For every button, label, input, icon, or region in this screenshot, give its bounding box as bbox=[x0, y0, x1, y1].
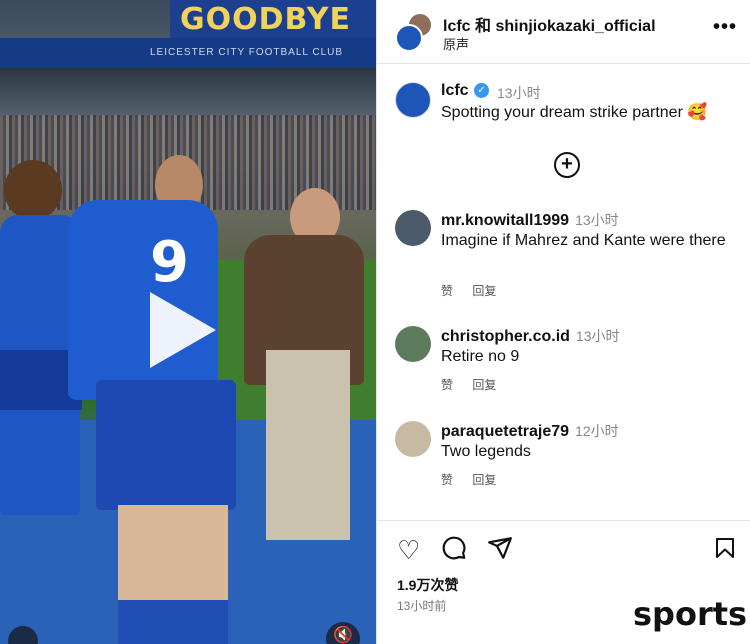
audio-label[interactable]: 原声 bbox=[443, 34, 469, 53]
comment-time: 13小时 bbox=[575, 212, 619, 228]
caption-avatar[interactable] bbox=[395, 82, 431, 118]
player-left-head bbox=[4, 160, 62, 220]
post-header: lcfc 和 shinjiokazaki_official 原声 ••• bbox=[377, 0, 750, 64]
likes-count[interactable]: 1.9万次赞 bbox=[397, 575, 458, 595]
post-details-panel: lcfc 和 shinjiokazaki_official 原声 ••• lcf… bbox=[376, 0, 750, 644]
plus-circle-icon[interactable]: + bbox=[554, 152, 580, 178]
comment-item: paraquetetraje79 12小时 Two legends 赞 回复 bbox=[377, 421, 750, 511]
comment-avatar[interactable] bbox=[395, 421, 431, 457]
comment-username[interactable]: mr.knowitall1999 13小时 bbox=[441, 210, 619, 230]
lcfc-avatar[interactable] bbox=[395, 24, 423, 52]
player-shorts bbox=[96, 380, 236, 510]
post-timestamp: 13小时前 bbox=[397, 599, 447, 613]
post-authors[interactable]: lcfc 和 shinjiokazaki_official bbox=[443, 12, 656, 36]
comment-actions: 赞 回复 bbox=[441, 282, 512, 299]
comment-icon[interactable] bbox=[441, 535, 467, 561]
comment-avatar[interactable] bbox=[395, 210, 431, 246]
instagram-post-view: GOODBYE GOAT LEICESTER CITY FOOTBALL CLU… bbox=[0, 0, 750, 644]
post-actions-bar: ♡ 1.9万次赞 13小时前 sports bbox=[377, 520, 750, 644]
comment-time: 12小时 bbox=[575, 423, 619, 439]
comment-username-text[interactable]: paraquetetraje79 bbox=[441, 423, 569, 440]
verified-icon: ✓ bbox=[474, 83, 489, 98]
comment-avatar[interactable] bbox=[395, 326, 431, 362]
comment-reply-button[interactable]: 回复 bbox=[472, 473, 496, 487]
comment-text: Retire no 9 bbox=[441, 348, 520, 365]
comment-like-button[interactable]: 赞 bbox=[441, 378, 453, 392]
comment-text: Imagine if Mahrez and Kante were there bbox=[441, 232, 726, 249]
more-horizontal-icon[interactable]: ••• bbox=[713, 16, 737, 39]
comment-like-button[interactable]: 赞 bbox=[441, 473, 453, 487]
caption-username[interactable]: lcfc bbox=[441, 82, 469, 100]
comment-username-text[interactable]: christopher.co.id bbox=[441, 328, 570, 345]
caption-text: Spotting your dream strike partner 🥰 bbox=[441, 104, 708, 121]
comment-reply-button[interactable]: 回复 bbox=[472, 378, 496, 392]
comment-username[interactable]: paraquetetraje79 12小时 bbox=[441, 421, 619, 441]
comment-text: Two legends bbox=[441, 443, 531, 460]
man-in-jacket-pants bbox=[266, 350, 350, 540]
comment-actions: 赞 回复 bbox=[441, 376, 512, 393]
heart-icon[interactable]: ♡ bbox=[397, 537, 420, 563]
comment-username-text[interactable]: mr.knowitall1999 bbox=[441, 212, 569, 229]
comment-actions: 赞 回复 bbox=[441, 471, 512, 488]
stadium-roof bbox=[0, 68, 376, 118]
sports-watermark: sports bbox=[633, 595, 748, 633]
comment-item: christopher.co.id 13小时 Retire no 9 赞 回复 bbox=[377, 326, 750, 416]
stadium-board-text: LEICESTER CITY FOOTBALL CLUB bbox=[150, 47, 344, 58]
collab-avatars[interactable] bbox=[395, 12, 435, 52]
play-icon[interactable] bbox=[150, 292, 216, 368]
comment-time: 13小时 bbox=[575, 328, 620, 344]
comment-reply-button[interactable]: 回复 bbox=[472, 284, 496, 298]
caption-time: 13小时 bbox=[497, 85, 541, 101]
jersey-number: 9 bbox=[150, 230, 189, 295]
comment-like-button[interactable]: 赞 bbox=[441, 284, 453, 298]
bookmark-icon[interactable] bbox=[713, 535, 737, 561]
player-socks bbox=[118, 600, 228, 644]
comment-username[interactable]: christopher.co.id 13小时 bbox=[441, 326, 620, 346]
post-video[interactable]: GOODBYE GOAT LEICESTER CITY FOOTBALL CLU… bbox=[0, 0, 376, 644]
comment-item: mr.knowitall1999 13小时 Imagine if Mahrez a… bbox=[377, 210, 750, 300]
share-icon[interactable] bbox=[487, 535, 513, 561]
